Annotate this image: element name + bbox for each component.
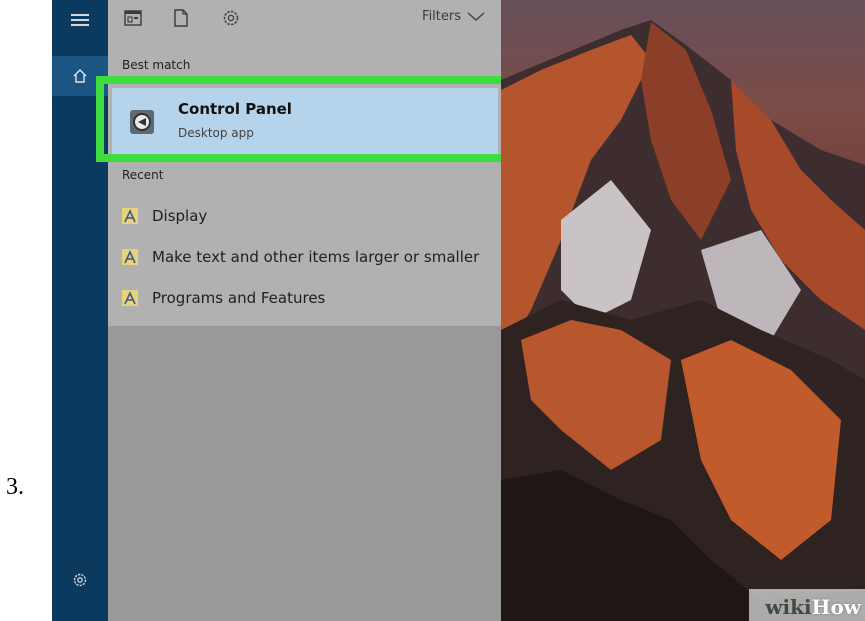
- settings-document-icon: [122, 208, 138, 224]
- desktop-wallpaper: wikiHow: [501, 0, 865, 621]
- settings-document-icon: [122, 249, 138, 265]
- filters-dropdown[interactable]: Filters: [422, 9, 485, 24]
- home-icon: [73, 69, 87, 83]
- recent-heading: Recent: [122, 168, 164, 182]
- documents-filter-button[interactable]: [168, 5, 194, 31]
- watermark-wiki: wiki: [765, 595, 812, 619]
- recent-item-display[interactable]: Display: [122, 204, 207, 228]
- settings-gear-icon: [223, 10, 239, 26]
- recent-item-label: Programs and Features: [152, 289, 326, 307]
- apps-icon: [124, 10, 142, 26]
- recent-item-label: Make text and other items larger or smal…: [152, 248, 480, 266]
- watermark-how: How: [811, 595, 861, 619]
- search-toolbar: Filters: [108, 0, 501, 38]
- settings-document-icon: [122, 290, 138, 306]
- mountain-image: [501, 20, 865, 621]
- highlight-box: [96, 76, 510, 162]
- recent-item-label: Display: [152, 207, 208, 225]
- step-number: 3.: [6, 474, 24, 500]
- hamburger-menu-icon: [71, 14, 89, 26]
- apps-filter-button[interactable]: [120, 5, 146, 31]
- settings-gear-icon: [73, 573, 87, 587]
- document-icon: [174, 9, 188, 27]
- settings-filter-button[interactable]: [218, 5, 244, 31]
- chevron-down-icon: [467, 12, 485, 21]
- filters-label: Filters: [422, 9, 461, 24]
- best-match-heading: Best match: [122, 58, 191, 72]
- recent-item-programs-and-features[interactable]: Programs and Features: [122, 286, 325, 310]
- screenshot-frame: Filters Best match Control Panel Desktop…: [52, 0, 865, 621]
- recent-item-make-text-larger[interactable]: Make text and other items larger or smal…: [122, 245, 479, 269]
- hamburger-menu-button[interactable]: [52, 0, 108, 40]
- results-area: [108, 0, 501, 326]
- settings-button[interactable]: [52, 560, 108, 600]
- wikihow-watermark: wikiHow: [749, 589, 865, 621]
